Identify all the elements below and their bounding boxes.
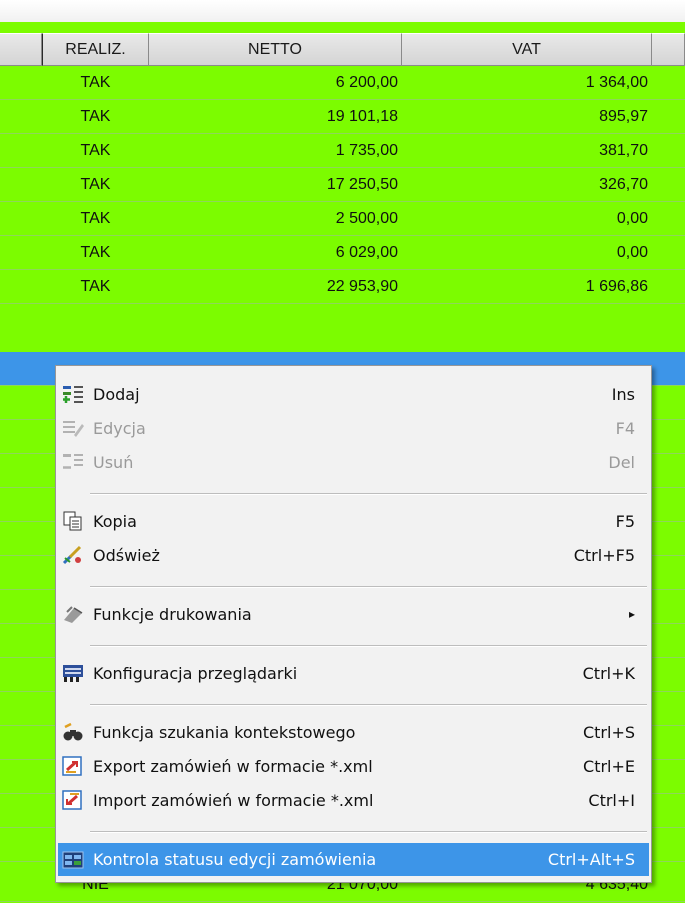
menu-separator <box>90 586 647 588</box>
menu-item-odswiez[interactable]: Odśwież Ctrl+F5 <box>58 540 649 570</box>
cell-realiz: TAK <box>80 244 111 261</box>
menu-shortcut: Ctrl+K <box>582 663 635 683</box>
import-icon <box>61 789 85 811</box>
cell-netto: 6 029,00 <box>335 244 398 261</box>
table-row[interactable]: TAK 17 250,50 326,70 <box>0 168 685 202</box>
menu-label: Konfiguracja przeglądarki <box>93 663 298 683</box>
menu-item-dodaj[interactable]: Dodaj Ins <box>58 379 649 409</box>
cell-netto: 2 500,00 <box>335 210 398 227</box>
menu-label: Kopia <box>93 511 137 531</box>
menu-label: Dodaj <box>93 384 140 404</box>
cell-netto: 19 101,18 <box>326 108 398 125</box>
menu-shortcut: Ctrl+Alt+S <box>547 850 635 869</box>
menu-shortcut: F5 <box>615 511 635 531</box>
cell-realiz: TAK <box>80 142 111 159</box>
search-binoculars-icon <box>61 721 85 743</box>
table-row[interactable]: TAK 19 101,18 895,97 <box>0 100 685 134</box>
print-functions-icon <box>61 603 85 625</box>
menu-shortcut: Ctrl+S <box>582 722 635 742</box>
menu-shortcut: Del <box>608 452 635 472</box>
cell-realiz: TAK <box>80 176 111 193</box>
menu-item-konfiguracja[interactable]: Konfiguracja przeglądarki Ctrl+K <box>58 658 649 688</box>
menu-item-export[interactable]: Export zamówień w formacie *.xml Ctrl+E <box>58 751 649 781</box>
cell-netto: 1 735,00 <box>335 142 398 159</box>
menu-label: Export zamówień w formacie *.xml <box>93 756 373 776</box>
copy-icon <box>61 510 85 532</box>
menu-item-usun[interactable]: Usuń Del <box>58 447 649 477</box>
cell-netto: 6 200,00 <box>335 74 398 91</box>
menu-separator <box>90 831 647 833</box>
cell-realiz: TAK <box>80 108 111 125</box>
menu-item-szukanie[interactable]: Funkcja szukania kontekstowego Ctrl+S <box>58 717 649 747</box>
menu-separator <box>90 645 647 647</box>
cell-vat: 381,70 <box>599 142 648 159</box>
menu-shortcut: Ctrl+F5 <box>573 545 635 565</box>
delete-row-icon <box>61 451 85 473</box>
column-header-vat[interactable]: VAT <box>402 33 652 66</box>
menu-shortcut: Ins <box>611 384 635 404</box>
column-header-realiz[interactable]: REALIZ. <box>42 33 149 66</box>
add-row-icon <box>61 383 85 405</box>
menu-item-kopia[interactable]: Kopia F5 <box>58 506 649 536</box>
context-menu: Dodaj Ins Edycja F4 Usuń Del Kopia F5 Od… <box>55 365 652 883</box>
menu-item-edycja[interactable]: Edycja F4 <box>58 413 649 443</box>
menu-separator <box>90 704 647 706</box>
menu-item-import[interactable]: Import zamówień w formacie *.xml Ctrl+I <box>58 785 649 815</box>
cell-realiz: TAK <box>80 74 111 91</box>
cell-vat: 895,97 <box>599 108 648 125</box>
menu-label: Funkcje drukowania <box>93 604 252 624</box>
cell-netto: 22 953,90 <box>326 278 398 295</box>
menu-shortcut: Ctrl+E <box>583 756 635 776</box>
cell-realiz: TAK <box>80 278 111 295</box>
cell-vat: 1 364,00 <box>585 74 648 91</box>
cell-vat: 0,00 <box>616 210 648 227</box>
menu-shortcut: Ctrl+I <box>588 790 635 810</box>
table-row[interactable]: TAK 22 953,90 1 696,86 <box>0 270 685 304</box>
window-top-bar <box>0 0 685 23</box>
table-row[interactable]: TAK 2 500,00 0,00 <box>0 202 685 236</box>
menu-label: Kontrola statusu edycji zamówienia <box>93 850 377 869</box>
cell-realiz: TAK <box>80 210 111 227</box>
refresh-icon <box>61 544 85 566</box>
column-header-next[interactable] <box>652 33 685 66</box>
edit-row-icon <box>61 417 85 439</box>
submenu-arrow-icon: ▸ <box>628 607 635 621</box>
menu-item-kontrola-statusu[interactable]: Kontrola statusu edycji zamówienia Ctrl+… <box>58 843 649 876</box>
cell-vat: 326,70 <box>599 176 648 193</box>
menu-label: Funkcja szukania kontekstowego <box>93 722 356 742</box>
menu-item-funkcje-drukowania[interactable]: Funkcje drukowania ▸ <box>58 599 649 629</box>
menu-label: Edycja <box>93 418 146 438</box>
menu-separator <box>90 493 647 495</box>
table-row[interactable]: TAK 6 200,00 1 364,00 <box>0 66 685 100</box>
cell-netto: 17 250,50 <box>326 176 398 193</box>
export-icon <box>61 755 85 777</box>
row-indicator-header <box>0 33 42 66</box>
column-header-netto[interactable]: NETTO <box>149 33 402 66</box>
menu-shortcut: F4 <box>615 418 635 438</box>
menu-label: Import zamówień w formacie *.xml <box>93 790 374 810</box>
menu-label: Odśwież <box>93 545 160 565</box>
browser-config-icon <box>61 662 85 684</box>
menu-label: Usuń <box>93 452 134 472</box>
edit-status-control-icon <box>61 849 85 871</box>
table-row[interactable]: TAK 6 029,00 0,00 <box>0 236 685 270</box>
cell-vat: 1 696,86 <box>585 278 648 295</box>
table-row[interactable]: TAK 1 735,00 381,70 <box>0 134 685 168</box>
cell-vat: 0,00 <box>616 244 648 261</box>
